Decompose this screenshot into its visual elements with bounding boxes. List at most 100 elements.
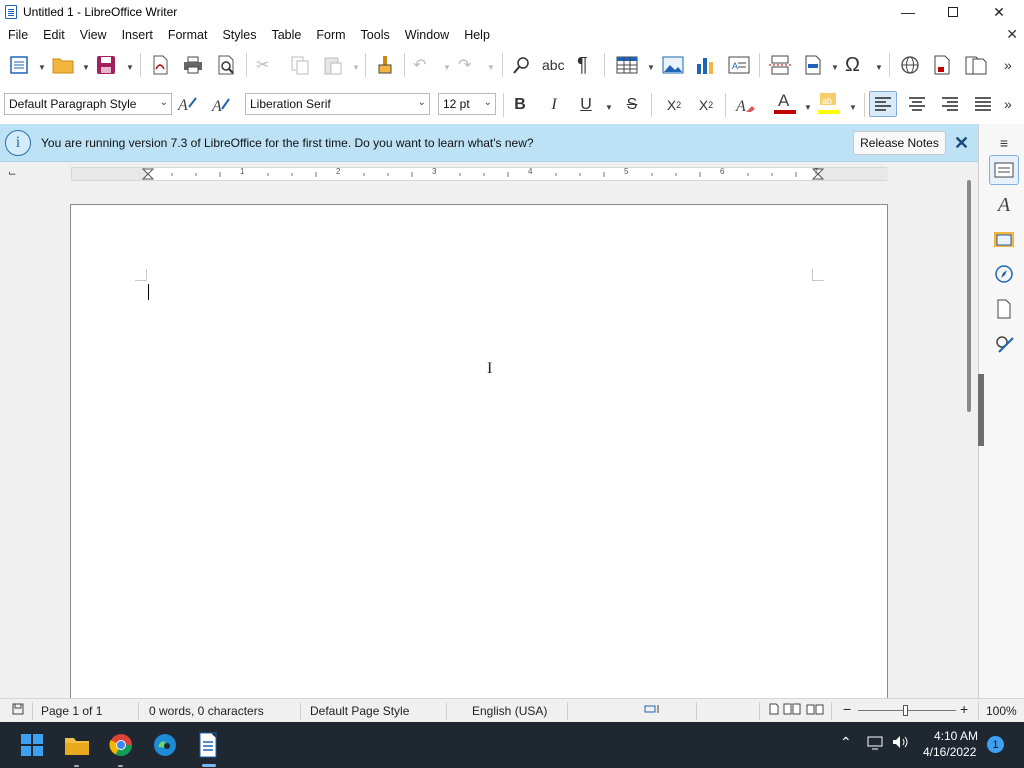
page-count[interactable]: Page 1 of 1: [41, 704, 102, 718]
insert-hyperlink-button[interactable]: [898, 52, 922, 78]
infobar-close-icon[interactable]: ✕: [954, 133, 969, 154]
italic-button[interactable]: I: [544, 92, 564, 118]
zoom-out-icon[interactable]: −: [843, 701, 851, 717]
align-center-button[interactable]: [904, 91, 930, 117]
menu-edit[interactable]: Edit: [35, 28, 72, 42]
save-button[interactable]: [95, 52, 117, 78]
insert-field-button[interactable]: [801, 52, 825, 78]
align-left-button[interactable]: [869, 91, 897, 117]
document-area[interactable]: I: [0, 186, 965, 698]
insert-comment-button[interactable]: [963, 52, 989, 78]
menu-format[interactable]: Format: [160, 28, 215, 42]
more-tools-button[interactable]: »: [1004, 52, 1012, 78]
sidebar-gallery-button[interactable]: [989, 224, 1019, 254]
table-dropdown-icon[interactable]: ▼: [647, 63, 655, 72]
special-character-dropdown-icon[interactable]: ▼: [875, 63, 883, 72]
undo-button[interactable]: ↶: [413, 52, 426, 78]
libreoffice-writer-taskbar-button[interactable]: [194, 731, 222, 759]
new-dropdown-icon[interactable]: ▼: [38, 63, 46, 72]
notification-badge[interactable]: 1: [987, 736, 1004, 753]
file-explorer-button[interactable]: [63, 731, 91, 759]
font-name-combo[interactable]: Liberation Serif ⌄: [245, 93, 430, 115]
tab-stop-icon[interactable]: ⌙: [8, 168, 16, 179]
update-style-button[interactable]: A: [176, 91, 200, 117]
clock-date[interactable]: 4/16/2022: [923, 745, 976, 759]
release-notes-button[interactable]: Release Notes: [853, 131, 946, 155]
font-color-button[interactable]: A: [772, 90, 798, 116]
multi-page-view-icon[interactable]: [783, 703, 801, 718]
sidebar-page-button[interactable]: [989, 294, 1019, 324]
export-pdf-button[interactable]: [149, 52, 171, 78]
justify-button[interactable]: [970, 91, 996, 117]
vertical-scrollbar[interactable]: [965, 162, 978, 698]
paste-button[interactable]: [322, 52, 344, 78]
save-dropdown-icon[interactable]: ▼: [126, 63, 134, 72]
formatting-marks-button[interactable]: ¶: [577, 52, 588, 78]
subscript-button[interactable]: X2: [694, 92, 718, 118]
copy-button[interactable]: [289, 52, 311, 78]
clock-time[interactable]: 4:10 AM: [934, 729, 978, 743]
new-style-button[interactable]: A: [208, 91, 232, 117]
show-hidden-icons-icon[interactable]: ⌃: [840, 734, 852, 751]
spelling-button[interactable]: abc: [542, 52, 565, 78]
menu-table[interactable]: Table: [263, 28, 308, 42]
menu-insert[interactable]: Insert: [114, 28, 160, 42]
book-view-icon[interactable]: [806, 703, 824, 718]
menu-file[interactable]: File: [0, 28, 35, 42]
undo-dropdown-icon[interactable]: ▼: [443, 63, 451, 72]
horizontal-ruler[interactable]: 1 2 3 4 5 6 7: [71, 167, 888, 181]
align-right-button[interactable]: [937, 91, 963, 117]
document-modified-icon[interactable]: [12, 703, 24, 718]
insert-footnote-button[interactable]: [930, 52, 954, 78]
find-replace-button[interactable]: [511, 52, 533, 78]
sidebar-collapse-handle[interactable]: [978, 374, 984, 446]
start-button[interactable]: [18, 731, 46, 759]
zoom-level[interactable]: 100%: [986, 704, 1017, 718]
insert-page-break-button[interactable]: [768, 52, 792, 78]
menu-styles[interactable]: Styles: [214, 28, 263, 42]
field-dropdown-icon[interactable]: ▼: [831, 63, 839, 72]
underline-button[interactable]: U: [576, 92, 596, 118]
clear-formatting-button[interactable]: A: [733, 92, 757, 118]
underline-dropdown-icon[interactable]: ▼: [605, 103, 613, 112]
language[interactable]: English (USA): [472, 704, 547, 718]
word-count[interactable]: 0 words, 0 characters: [149, 704, 264, 718]
insert-chart-button[interactable]: [693, 52, 717, 78]
insert-textbox-button[interactable]: A: [727, 52, 751, 78]
network-icon[interactable]: [866, 735, 884, 754]
new-document-button[interactable]: [8, 52, 30, 78]
superscript-button[interactable]: X2: [662, 92, 686, 118]
paragraph-style-combo[interactable]: Default Paragraph Style ⌄: [4, 93, 172, 115]
sidebar-styles-button[interactable]: A: [989, 190, 1019, 220]
paste-dropdown-icon[interactable]: ▼: [352, 63, 360, 72]
document-page[interactable]: [70, 204, 888, 698]
redo-dropdown-icon[interactable]: ▼: [487, 63, 495, 72]
menu-window[interactable]: Window: [397, 28, 456, 42]
redo-button[interactable]: ↷: [458, 52, 471, 78]
zoom-in-icon[interactable]: +: [960, 701, 968, 717]
sidebar-navigator-button[interactable]: [989, 259, 1019, 289]
sidebar-menu-button[interactable]: ≡: [989, 128, 1019, 158]
insert-table-button[interactable]: [615, 52, 639, 78]
open-button[interactable]: [51, 52, 75, 78]
single-page-view-icon[interactable]: [768, 703, 780, 718]
menu-form[interactable]: Form: [308, 28, 352, 42]
minimize-button[interactable]: —: [885, 0, 931, 24]
highlight-color-button[interactable]: ab: [816, 90, 842, 116]
menu-view[interactable]: View: [72, 28, 114, 42]
clone-formatting-button[interactable]: [374, 52, 396, 78]
menu-help[interactable]: Help: [456, 28, 497, 42]
menu-tools[interactable]: Tools: [353, 28, 397, 42]
font-color-dropdown-icon[interactable]: ▼: [804, 103, 812, 112]
volume-icon[interactable]: [891, 734, 909, 753]
more-formatting-button[interactable]: »: [1004, 91, 1012, 117]
strikethrough-button[interactable]: S: [622, 92, 642, 118]
sidebar-properties-button[interactable]: [989, 155, 1019, 185]
insert-special-character-button[interactable]: Ω: [845, 52, 860, 78]
close-button[interactable]: ✕: [976, 0, 1022, 24]
chrome-button[interactable]: [107, 731, 135, 759]
zoom-slider-thumb[interactable]: [903, 705, 908, 716]
selection-mode-icon[interactable]: [644, 703, 662, 718]
scrollbar-thumb[interactable]: [967, 180, 971, 412]
font-size-combo[interactable]: 12 pt ⌄: [438, 93, 496, 115]
